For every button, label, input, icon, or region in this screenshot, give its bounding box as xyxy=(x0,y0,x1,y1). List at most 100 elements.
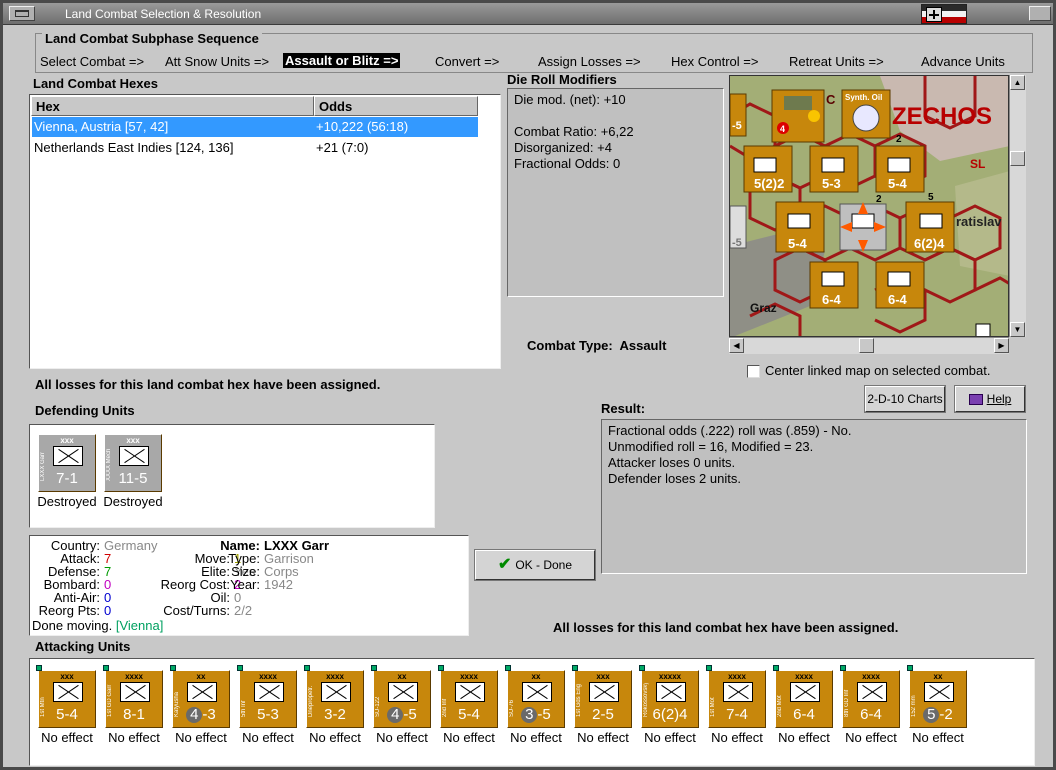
step-convert: Convert => xyxy=(435,54,500,69)
svg-text:6(2)4: 6(2)4 xyxy=(914,236,945,251)
germany-flag-icon xyxy=(921,4,967,24)
unit-type-icon xyxy=(723,682,753,702)
unit-size: xxxxx xyxy=(658,672,682,681)
unit-size: xx xyxy=(531,672,541,681)
ok-done-button[interactable]: ✔ OK - Done xyxy=(474,549,596,581)
combat-type-value: Assault xyxy=(619,338,667,353)
attacker-counter[interactable]: xx 152 mm 5 -2 xyxy=(907,665,967,728)
unit-type-icon xyxy=(857,682,887,702)
unit-type-icon xyxy=(254,682,284,702)
horizontal-scroll-thumb[interactable] xyxy=(859,338,874,353)
unit-size: xxxx xyxy=(259,672,277,681)
unit-size: xxxx xyxy=(728,672,746,681)
result-line: Defender loses 2 units. xyxy=(608,471,741,486)
modifiers-title: Die Roll Modifiers xyxy=(507,72,617,87)
attacker-status: No effect xyxy=(175,730,227,745)
attacker-counter[interactable]: xx SU-122 4 -5 xyxy=(371,665,431,728)
unit-strength-a: 4 xyxy=(186,707,203,723)
losses-assigned-message-2: All losses for this land combat hex have… xyxy=(553,620,899,635)
attacker-counter[interactable]: xxx 1st Mtn 5-4 xyxy=(36,665,96,728)
unit-size: xx xyxy=(933,672,943,681)
attacker-status: No effect xyxy=(443,730,495,745)
map-vertical-scrollbar[interactable]: ▲ ▼ xyxy=(1009,75,1026,337)
svg-text:6-4: 6-4 xyxy=(822,292,842,307)
reorg-pts-label: Reorg Pts: xyxy=(38,603,100,618)
scroll-right-button[interactable]: ▶ xyxy=(994,338,1009,353)
linked-map[interactable]: -5 4 C Synth. Oil ZECHOS SL -5 3 2 5(2)2 xyxy=(729,75,1009,337)
attacker-status: No effect xyxy=(711,730,763,745)
unit-size: xxx xyxy=(60,436,74,445)
step-assault-or-blitz: Assault or Blitz => xyxy=(283,53,401,68)
modifier-line: Combat Ratio: +6,22 xyxy=(514,124,634,139)
attacker-counter[interactable]: xxx 1st Gds Eng 2-5 xyxy=(572,665,632,728)
hex-name: Netherlands East Indies [124, 136] xyxy=(34,140,234,155)
column-hex[interactable]: Hex xyxy=(31,96,314,116)
result-line: Unmodified roll = 16, Modified = 23. xyxy=(608,439,814,454)
step-advance-units: Advance Units xyxy=(921,54,1005,69)
unit-size: xxxx xyxy=(125,672,143,681)
unit-type-icon xyxy=(388,682,418,702)
unit-size: xxxx xyxy=(460,672,478,681)
combat-type: Combat Type: Assault xyxy=(527,338,666,353)
attacker-counter[interactable]: xxxx 8th GD Inf 6-4 xyxy=(840,665,900,728)
attacker-counter[interactable]: xx Katyusha 4 -3 xyxy=(170,665,230,728)
center-map-label: Center linked map on selected combat. xyxy=(765,363,991,378)
defending-units-title: Defending Units xyxy=(35,403,135,418)
unit-size: xx xyxy=(397,672,407,681)
scroll-down-button[interactable]: ▼ xyxy=(1010,322,1025,337)
attacker-counter[interactable]: xxxx 5th Inf 5-3 xyxy=(237,665,297,728)
unit-strength: 5 -2 xyxy=(910,706,966,723)
unit-size: xxxx xyxy=(862,672,880,681)
unit-marker-icon xyxy=(371,665,377,671)
result-line: Attacker loses 0 units. xyxy=(608,455,736,470)
result-panel: Fractional odds (.222) roll was (.859) -… xyxy=(601,419,1027,574)
svg-text:6-4: 6-4 xyxy=(888,292,908,307)
defender-counter-xxxx-mech[interactable]: xxx XXXX Mech 11-5 xyxy=(104,434,162,492)
map-horizontal-scrollbar[interactable]: ◀ ▶ xyxy=(729,337,1009,354)
unit-marker-icon xyxy=(237,665,243,671)
done-moving: Done moving. [Vienna] xyxy=(32,618,163,633)
svg-text:ratislav: ratislav xyxy=(956,214,1002,229)
attacker-counter[interactable]: xxxxx Rokossovsky 6(2)4 xyxy=(639,665,699,728)
unit-strength-a: 3 xyxy=(521,707,538,723)
unit-strength: 7-1 xyxy=(56,470,78,487)
unit-size: xxxx xyxy=(795,672,813,681)
restore-button[interactable] xyxy=(9,6,35,21)
vertical-scroll-thumb[interactable] xyxy=(1010,151,1025,166)
attacker-counter[interactable]: xxxx 2nd Mot 6-4 xyxy=(773,665,833,728)
charts-button[interactable]: 2-D-10 Charts xyxy=(864,385,946,413)
attacker-status: No effect xyxy=(309,730,361,745)
unit-strength-b: -3 xyxy=(202,706,216,723)
year-label: Year: xyxy=(230,577,260,592)
attacker-counter[interactable]: xxxx 1st GD Garr 8-1 xyxy=(103,665,163,728)
unit-strength: 3 -5 xyxy=(508,706,564,723)
attacker-status: No effect xyxy=(242,730,294,745)
attacker-status: No effect xyxy=(644,730,696,745)
unit-marker-icon xyxy=(706,665,712,671)
attacker-counter[interactable]: xxxx Dnepropetr. 3-2 xyxy=(304,665,364,728)
garrison-icon xyxy=(53,446,83,466)
unit-strength-b: -2 xyxy=(939,706,953,723)
unit-strength: 3-2 xyxy=(324,706,346,723)
subphase-sequence: Land Combat Subphase Sequence Select Com… xyxy=(35,31,1033,73)
unit-type-icon xyxy=(656,682,686,702)
attacker-counter[interactable]: xx SU-76 3 -5 xyxy=(505,665,565,728)
modifiers-panel: Die mod. (net): +10 Combat Ratio: +6,22 … xyxy=(507,88,724,297)
column-odds[interactable]: Odds xyxy=(314,96,478,116)
hex-row-netherlands-east-indies[interactable]: Netherlands East Indies [124, 136] +21 (… xyxy=(32,138,478,158)
close-button[interactable] xyxy=(1029,6,1051,21)
help-button[interactable]: Help xyxy=(954,385,1026,413)
attacker-counter[interactable]: xxxx 1st Mot 7-4 xyxy=(706,665,766,728)
scroll-left-button[interactable]: ◀ xyxy=(729,338,744,353)
attacker-counter[interactable]: xxxx 2nd Inf 5-4 xyxy=(438,665,498,728)
unit-size: xx xyxy=(196,672,206,681)
center-map-checkbox[interactable] xyxy=(747,365,760,378)
attacker-status: No effect xyxy=(41,730,93,745)
hex-row-vienna[interactable]: Vienna, Austria [57, 42] +10,222 (56:18) xyxy=(32,117,478,137)
attacker-status: No effect xyxy=(845,730,897,745)
unit-size: xxx xyxy=(60,672,74,681)
defender-counter-lxxx-garr[interactable]: xxx LXXX Garr 7-1 xyxy=(38,434,96,492)
attacker-status: No effect xyxy=(912,730,964,745)
scroll-up-button[interactable]: ▲ xyxy=(1010,75,1025,90)
defender-status: Destroyed xyxy=(37,494,97,509)
